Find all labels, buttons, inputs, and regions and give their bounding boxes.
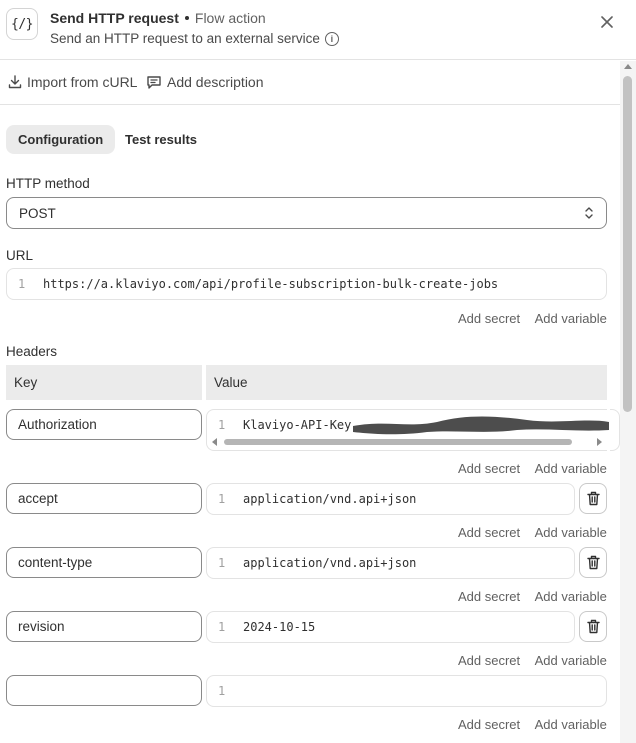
url-value: https://a.klaviyo.com/api/profile-subscr… [43,277,499,291]
header-key-input[interactable]: content-type [6,547,202,578]
add-secret-link[interactable]: Add secret [458,589,520,604]
add-description-label: Add description [167,74,264,90]
empty-row-secret-links: Add secret Add variable [458,717,607,732]
add-variable-link[interactable]: Add variable [535,461,607,476]
headers-col-value: Value [206,365,607,400]
download-icon [8,75,22,89]
action-type: Flow action [194,10,266,26]
header-key-input[interactable]: Authorization [6,409,202,440]
scroll-left-arrow-icon[interactable] [212,438,217,446]
add-secret-link[interactable]: Add secret [458,461,520,476]
panel-header: {/} Send HTTP request Flow action Send an… [0,0,636,60]
tab-configuration[interactable]: Configuration [6,125,116,154]
headers-col-key: Key [6,365,202,400]
http-method-select[interactable]: POST [6,197,607,229]
header-value-text: application/vnd.api+json [243,556,417,570]
line-number: 1 [218,684,226,698]
trash-icon [586,491,600,506]
code-icon: {/} [6,8,38,40]
action-row: Import from cURL Add description [0,61,620,105]
header-key-input[interactable]: accept [6,483,202,514]
import-curl-label: Import from cURL [27,74,138,90]
redaction-mark [353,416,609,435]
add-secret-link[interactable]: Add secret [458,525,520,540]
add-secret-link[interactable]: Add secret [458,311,520,326]
header-value-text: Klaviyo-API-Key [243,418,352,432]
add-variable-link[interactable]: Add variable [535,653,607,668]
revision-secret-links: Add secret Add variable [458,653,607,668]
header-value-input[interactable]: 1 application/vnd.api+json [206,547,575,579]
header-value-text: application/vnd.api+json [243,492,417,506]
title-row: Send HTTP request Flow action [50,10,266,26]
add-secret-link[interactable]: Add secret [458,717,520,732]
url-input[interactable]: 1 https://a.klaviyo.com/api/profile-subs… [6,268,607,300]
header-value-input-empty[interactable]: 1 [206,675,607,707]
close-button[interactable] [597,12,617,32]
add-variable-link[interactable]: Add variable [535,525,607,540]
content-type-secret-links: Add secret Add variable [458,589,607,604]
delete-header-button[interactable] [579,611,607,642]
header-value-input[interactable]: 1 application/vnd.api+json [206,483,575,515]
horizontal-scrollbar[interactable] [210,437,606,447]
add-description-button[interactable]: Add description [146,74,264,90]
header-value-input[interactable]: 1 2024-10-15 [206,611,575,643]
line-number: 1 [18,277,26,291]
import-curl-button[interactable]: Import from cURL [8,74,137,90]
trash-icon [586,555,600,570]
line-number: 1 [218,556,226,570]
add-variable-link[interactable]: Add variable [535,717,607,732]
info-icon[interactable]: i [324,31,339,46]
panel-title: Send HTTP request [50,10,179,26]
scrollbar-thumb[interactable] [623,76,632,412]
header-value-text: 2024-10-15 [243,620,316,634]
accept-secret-links: Add secret Add variable [458,525,607,540]
line-number: 1 [218,492,226,506]
scroll-right-arrow-icon[interactable] [597,438,602,446]
delete-header-button[interactable] [579,483,607,514]
add-variable-link[interactable]: Add variable [535,311,607,326]
add-variable-link[interactable]: Add variable [535,589,607,604]
horizontal-scroll-thumb[interactable] [224,439,572,445]
authorization-secret-links: Add secret Add variable [458,461,607,476]
scroll-up-arrow-icon[interactable] [624,64,632,69]
url-label: URL [6,248,34,263]
tab-test-results[interactable]: Test results [113,125,209,154]
header-key-input-empty[interactable] [6,675,202,706]
header-key-input[interactable]: revision [6,611,202,642]
add-secret-link[interactable]: Add secret [458,653,520,668]
url-secret-links: Add secret Add variable [458,311,607,326]
line-number: 1 [218,418,226,432]
value-field-overflow [610,409,620,451]
line-number: 1 [218,620,226,634]
subtitle-text: Send an HTTP request to an external serv… [50,31,320,46]
trash-icon [586,619,600,634]
close-icon [601,16,613,28]
chat-icon [147,75,161,89]
http-method-label: HTTP method [6,176,90,191]
select-chevron-icon [584,206,594,221]
separator-dot [184,15,189,20]
delete-header-button[interactable] [579,547,607,578]
http-method-value: POST [19,205,56,221]
panel-subtitle: Send an HTTP request to an external serv… [50,31,339,46]
headers-label: Headers [6,344,58,359]
